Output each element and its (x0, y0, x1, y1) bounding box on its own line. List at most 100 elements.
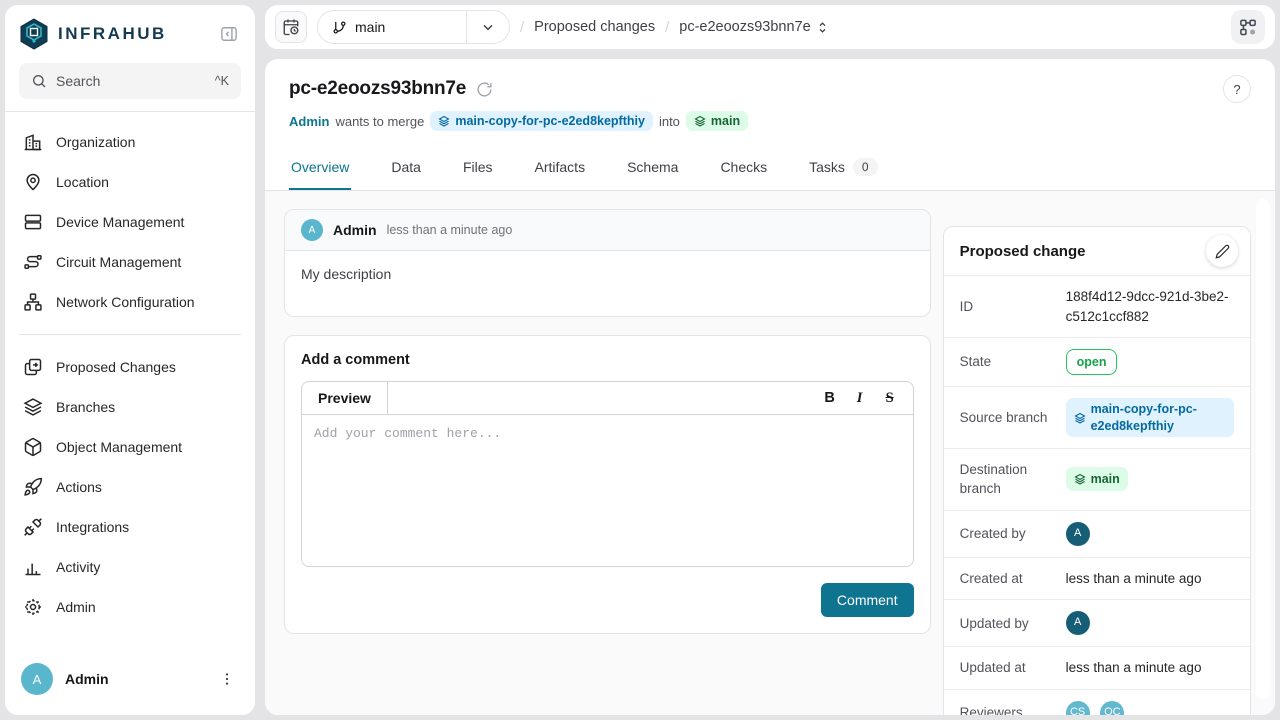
reviewer-avatar[interactable]: CS (1066, 701, 1090, 715)
schema-visualizer-button[interactable] (1231, 10, 1265, 44)
merge-text: wants to merge (335, 114, 424, 129)
bold-button[interactable]: B (817, 385, 843, 411)
network-icon (23, 292, 43, 312)
sidebar-item-network-configuration[interactable]: Network Configuration (13, 282, 247, 322)
help-button[interactable]: ? (1223, 75, 1251, 103)
overview-content: A Admin less than a minute ago My descri… (265, 191, 1275, 715)
add-comment-title: Add a comment (301, 352, 914, 368)
page-title: pc-e2eoozs93bnn7e (289, 78, 466, 100)
sidebar-item-circuit-management[interactable]: Circuit Management (13, 242, 247, 282)
sidebar-item-organization[interactable]: Organization (13, 122, 247, 162)
sidebar-item-integrations[interactable]: Integrations (13, 507, 247, 547)
comment-textarea[interactable] (302, 415, 913, 563)
sidebar-item-activity[interactable]: Activity (13, 547, 247, 587)
refresh-icon[interactable] (476, 81, 493, 98)
breadcrumb-current[interactable]: pc-e2eoozs93bnn7e (679, 19, 829, 35)
destination-branch-badge[interactable]: main (1066, 467, 1128, 491)
preview-tab[interactable]: Preview (302, 382, 388, 414)
logo-row: INFRAHUB (5, 5, 255, 61)
comment-editor: Preview B I S (301, 381, 914, 567)
search-icon (31, 73, 47, 89)
cube-icon (23, 437, 43, 457)
sidebar-item-object-management[interactable]: Object Management (13, 427, 247, 467)
comment-body: My description (285, 251, 930, 316)
sidebar-item-device-management[interactable]: Device Management (13, 202, 247, 242)
sidebar-item-label: Proposed Changes (56, 359, 176, 375)
user-avatar[interactable]: A (21, 663, 53, 695)
strikethrough-button[interactable]: S (877, 385, 903, 411)
sidebar-nav: Organization Location Device Management … (5, 112, 255, 637)
tab-overview[interactable]: Overview (289, 146, 351, 190)
branch-layers-icon (1074, 412, 1086, 424)
user-footer: A Admin (5, 649, 255, 715)
branch-selector[interactable]: main (317, 10, 510, 44)
breadcrumb-proposed-changes[interactable]: Proposed changes (534, 19, 655, 35)
sidebar-item-actions[interactable]: Actions (13, 467, 247, 507)
destination-branch-badge[interactable]: main (686, 111, 748, 131)
collapse-sidebar-button[interactable] (217, 22, 241, 46)
detail-row-destination-branch: Destination branch main (944, 449, 1250, 511)
source-branch-badge[interactable]: main-copy-for-pc-e2ed8kepfthiy (430, 111, 653, 131)
breadcrumb-separator: / (520, 19, 524, 36)
comment-submit-button[interactable]: Comment (821, 583, 914, 617)
sidebar-group-divider (19, 334, 241, 335)
breadcrumb-separator: / (665, 19, 669, 36)
sidebar-item-label: Object Management (56, 439, 182, 455)
sidebar-item-label: Network Configuration (56, 294, 195, 310)
detail-row-updated-at: Updated at less than a minute ago (944, 647, 1250, 690)
chevrons-up-down-icon (815, 20, 830, 35)
source-branch-badge[interactable]: main-copy-for-pc-e2ed8kepfthiy (1066, 398, 1234, 437)
panel-title: Proposed change (960, 243, 1086, 260)
main-panel: pc-e2eoozs93bnn7e ? Admin wants to merge… (264, 58, 1276, 716)
sidebar-item-location[interactable]: Location (13, 162, 247, 202)
server-icon (23, 212, 43, 232)
merge-author-link[interactable]: Admin (289, 114, 329, 129)
gear-icon (23, 597, 43, 617)
source-branch-label: main-copy-for-pc-e2ed8kepfthiy (1091, 401, 1226, 434)
detail-row-source-branch: Source branch main-copy-for-pc-e2ed8kepf… (944, 387, 1250, 449)
tab-schema[interactable]: Schema (625, 146, 680, 190)
sidebar-item-label: Circuit Management (56, 254, 181, 270)
tab-data[interactable]: Data (389, 146, 423, 190)
tab-artifacts[interactable]: Artifacts (533, 146, 588, 190)
detail-row-reviewers: Reviewers CS OC (944, 690, 1250, 715)
title-block: pc-e2eoozs93bnn7e ? Admin wants to merge… (265, 59, 1275, 131)
tab-files[interactable]: Files (461, 146, 495, 190)
editor-toolbar: Preview B I S (302, 382, 913, 415)
route-icon (23, 252, 43, 272)
time-travel-button[interactable] (275, 11, 307, 43)
detail-row-state: State open (944, 338, 1250, 387)
edit-button[interactable] (1206, 235, 1238, 267)
detail-row-created-at: Created at less than a minute ago (944, 558, 1250, 601)
comment-timestamp: less than a minute ago (387, 223, 513, 237)
comment-author: Admin (333, 222, 377, 238)
branch-layers-icon (694, 115, 706, 127)
source-branch-label: main-copy-for-pc-e2ed8kepfthiy (455, 114, 645, 128)
sidebar-item-proposed-changes[interactable]: Proposed Changes (13, 347, 247, 387)
add-comment-card: Add a comment Preview B I S Comment (284, 335, 931, 634)
branch-layers-icon (438, 115, 450, 127)
plug-icon (23, 517, 43, 537)
tab-checks[interactable]: Checks (718, 146, 769, 190)
sidebar: INFRAHUB Search ^K Organization Location… (4, 4, 256, 716)
git-branch-icon (332, 20, 347, 35)
sidebar-item-branches[interactable]: Branches (13, 387, 247, 427)
search-shortcut: ^K (215, 74, 229, 88)
detail-row-created-by: Created by A (944, 511, 1250, 558)
created-by-avatar[interactable]: A (1066, 522, 1090, 546)
sidebar-item-label: Integrations (56, 519, 129, 535)
sidebar-item-label: Location (56, 174, 109, 190)
reviewer-avatar[interactable]: OC (1100, 701, 1124, 715)
user-menu-button[interactable] (215, 667, 239, 691)
sidebar-item-label: Admin (56, 599, 96, 615)
destination-branch-label: main (1091, 470, 1120, 488)
layers-icon (23, 397, 43, 417)
tab-tasks[interactable]: Tasks 0 (807, 145, 879, 191)
sidebar-item-admin[interactable]: Admin (13, 587, 247, 627)
detail-row-id: ID 188f4d12-9dcc-921d-3be2-c512c1ccf882 (944, 276, 1250, 338)
updated-by-avatar[interactable]: A (1066, 611, 1090, 635)
italic-button[interactable]: I (847, 385, 873, 411)
into-text: into (659, 114, 680, 129)
scrollbar-track[interactable] (1256, 199, 1270, 699)
search-input[interactable]: Search ^K (19, 63, 241, 99)
